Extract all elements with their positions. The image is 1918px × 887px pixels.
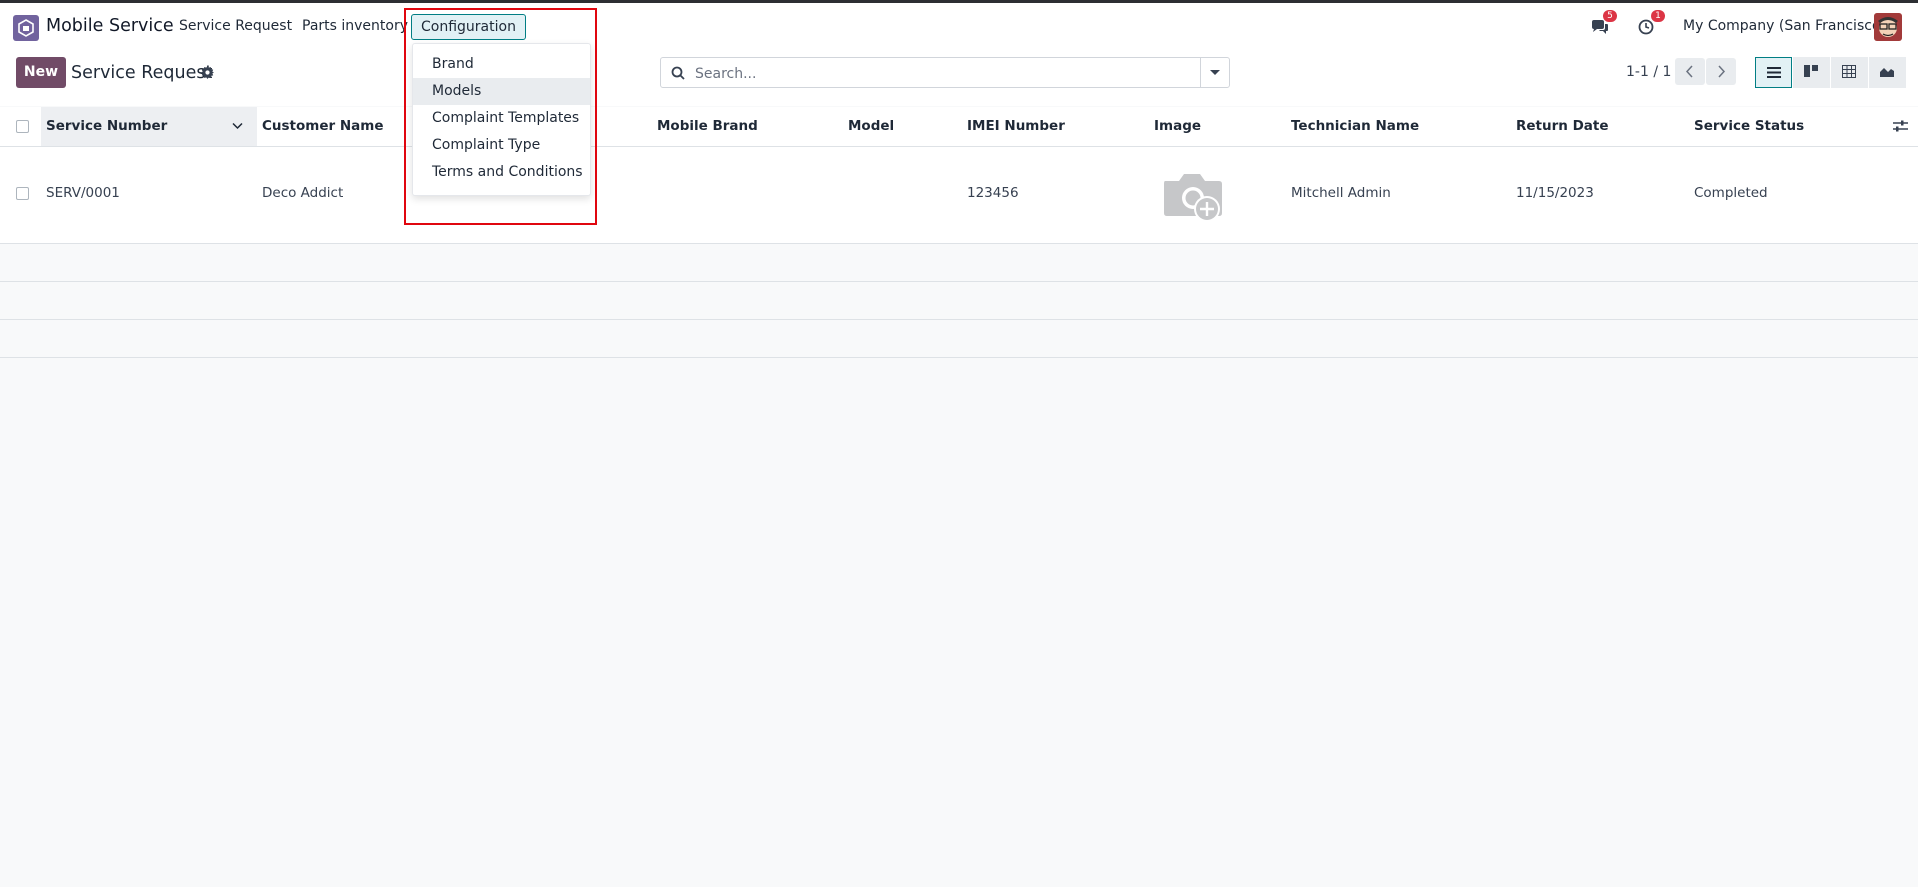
user-avatar[interactable] bbox=[1874, 13, 1902, 41]
gear-icon[interactable] bbox=[201, 66, 214, 83]
search-icon bbox=[671, 66, 685, 84]
menu-item-models[interactable]: Models bbox=[413, 78, 590, 105]
list-view-button[interactable] bbox=[1755, 57, 1792, 88]
menu-item-brand[interactable]: Brand bbox=[413, 51, 590, 78]
activities-clock-icon[interactable]: 1 bbox=[1638, 10, 1665, 37]
control-panel: New Service Request 1-1 / 1 bbox=[0, 48, 1918, 106]
messages-count-badge: 5 bbox=[1603, 10, 1617, 22]
breadcrumb: Service Request bbox=[71, 63, 213, 83]
optional-columns-icon[interactable] bbox=[1893, 119, 1908, 133]
cell-customer-name: Deco Addict bbox=[262, 185, 344, 201]
pager-previous-button[interactable] bbox=[1675, 58, 1705, 85]
pager-next-button[interactable] bbox=[1706, 58, 1736, 85]
menu-service-request[interactable]: Service Request bbox=[179, 18, 292, 34]
empty-row bbox=[0, 320, 1918, 358]
app-menu-icon[interactable] bbox=[13, 15, 39, 41]
pager-value[interactable]: 1-1 / 1 bbox=[1626, 64, 1671, 80]
menu-item-complaint-type[interactable]: Complaint Type bbox=[413, 132, 590, 159]
column-return-date[interactable]: Return Date bbox=[1516, 118, 1609, 134]
new-button[interactable]: New bbox=[16, 57, 66, 88]
company-switcher[interactable]: My Company (San Francisco) bbox=[1683, 18, 1886, 34]
configuration-dropdown-menu: Brand Models Complaint Templates Complai… bbox=[412, 43, 591, 196]
search-options-toggle[interactable] bbox=[1200, 58, 1229, 87]
app-title[interactable]: Mobile Service bbox=[46, 16, 174, 36]
menu-configuration[interactable]: Configuration bbox=[411, 14, 526, 40]
search-input[interactable] bbox=[693, 62, 1177, 85]
column-model[interactable]: Model bbox=[848, 118, 894, 134]
column-technician-name[interactable]: Technician Name bbox=[1291, 118, 1419, 134]
column-service-status[interactable]: Service Status bbox=[1694, 118, 1804, 134]
cell-return-date: 11/15/2023 bbox=[1516, 185, 1594, 201]
chevron-left-icon bbox=[1685, 65, 1693, 78]
activities-count-badge: 1 bbox=[1651, 10, 1665, 22]
empty-row bbox=[0, 282, 1918, 320]
column-image[interactable]: Image bbox=[1154, 118, 1201, 134]
row-checkbox[interactable] bbox=[16, 187, 29, 200]
area-chart-icon bbox=[1880, 68, 1894, 77]
column-service-number[interactable]: Service Number bbox=[46, 118, 167, 134]
kanban-view-button[interactable] bbox=[1793, 57, 1830, 88]
select-all-checkbox[interactable] bbox=[16, 120, 29, 133]
table-row[interactable]: SERV/0001 Deco Addict 123456 Mitchell Ad… bbox=[0, 147, 1918, 244]
service-request-list: Service Number Customer Name Mobile Bran… bbox=[0, 107, 1918, 358]
menu-parts-inventory[interactable]: Parts inventory bbox=[302, 18, 408, 34]
pivot-view-button[interactable] bbox=[1831, 57, 1868, 88]
list-icon bbox=[1767, 67, 1781, 78]
chevron-right-icon bbox=[1718, 65, 1726, 78]
cell-service-status: Completed bbox=[1694, 185, 1768, 201]
column-imei-number[interactable]: IMEI Number bbox=[967, 118, 1065, 134]
column-mobile-brand[interactable]: Mobile Brand bbox=[657, 118, 758, 134]
cell-service-number: SERV/0001 bbox=[46, 185, 120, 201]
camera-placeholder-icon bbox=[1164, 174, 1222, 222]
table-header: Service Number Customer Name Mobile Bran… bbox=[0, 107, 1918, 147]
cell-technician-name: Mitchell Admin bbox=[1291, 185, 1391, 201]
graph-view-button[interactable] bbox=[1869, 57, 1906, 88]
kanban-icon bbox=[1804, 65, 1818, 77]
cell-imei-number: 123456 bbox=[967, 185, 1019, 201]
empty-row bbox=[0, 244, 1918, 282]
menu-item-terms-and-conditions[interactable]: Terms and Conditions bbox=[413, 159, 590, 186]
messages-icon[interactable]: 5 bbox=[1590, 10, 1617, 37]
chevron-down-icon[interactable] bbox=[232, 122, 243, 130]
search-bar bbox=[660, 57, 1230, 88]
table-icon bbox=[1842, 65, 1856, 78]
top-navbar: Mobile Service Service Request Parts inv… bbox=[0, 3, 1918, 48]
menu-item-complaint-templates[interactable]: Complaint Templates bbox=[413, 105, 590, 132]
column-customer-name[interactable]: Customer Name bbox=[262, 118, 384, 134]
